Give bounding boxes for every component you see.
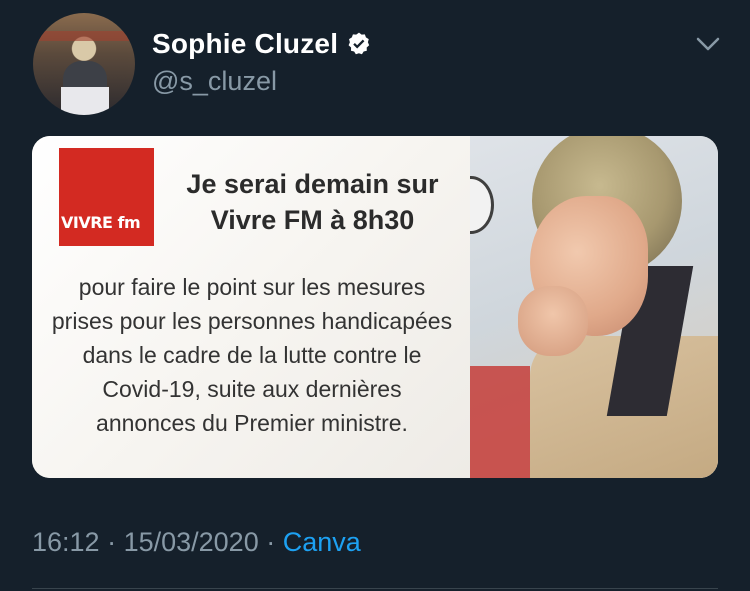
meta-separator-2: · — [258, 527, 283, 557]
avatar[interactable] — [33, 13, 135, 115]
image-headline: Je serai demain sur Vivre FM à 8h30 — [186, 169, 439, 235]
image-body-text: pour faire le point sur les mesures pris… — [51, 274, 453, 436]
background-red-shape — [470, 366, 530, 478]
image-text-panel: VIVRE fm Je serai demain sur Vivre FM à … — [32, 136, 470, 478]
tweet-time[interactable]: 16:12 — [32, 527, 100, 557]
image-photo — [470, 136, 718, 478]
tweet-meta: 16:12 · 15/03/2020 · Canva — [32, 527, 361, 558]
tweet-date[interactable]: 15/03/2020 — [124, 527, 259, 557]
tweet-image[interactable]: VIVRE fm Je serai demain sur Vivre FM à … — [32, 136, 718, 478]
divider — [32, 588, 718, 589]
vivre-fm-logo: VIVRE fm — [59, 148, 154, 246]
chevron-down-icon[interactable] — [694, 32, 722, 56]
avatar-bg-shelf — [33, 31, 135, 41]
hand-shape — [518, 286, 588, 356]
logo-text: VIVRE fm — [61, 213, 141, 232]
verified-badge-icon — [348, 32, 370, 55]
author-name[interactable]: Sophie Cluzel — [152, 28, 338, 60]
avatar-lectern — [61, 87, 109, 115]
author-handle[interactable]: @s_cluzel — [152, 66, 277, 97]
meta-separator: · — [99, 527, 124, 557]
tweet-source-link[interactable]: Canva — [283, 527, 361, 557]
author-row: Sophie Cluzel — [152, 28, 372, 60]
wall-clock-shape — [470, 176, 494, 234]
